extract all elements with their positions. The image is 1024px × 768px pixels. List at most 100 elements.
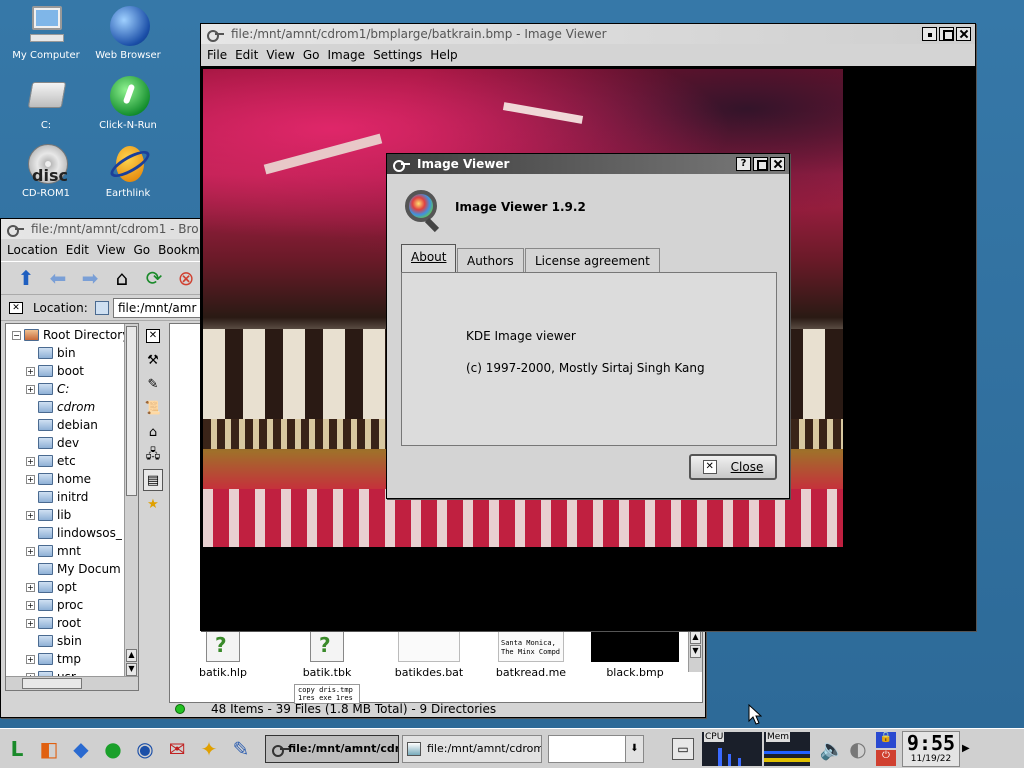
bookmark-icon[interactable]: ▤ [143, 469, 163, 491]
lock-icon[interactable]: 🔒 [876, 731, 896, 748]
maximize-button[interactable] [753, 157, 768, 171]
help-button[interactable]: ? [736, 157, 751, 171]
tree-item[interactable]: cdrom [12, 398, 138, 416]
expand-toggle-icon[interactable]: − [12, 330, 21, 340]
home-icon[interactable]: ⌂ [143, 421, 163, 443]
maximize-button[interactable] [939, 27, 954, 41]
expand-toggle-icon[interactable]: + [26, 474, 35, 484]
tools-icon[interactable]: ⚒ [143, 349, 163, 371]
menu-view[interactable]: View [97, 243, 125, 257]
tree-item[interactable]: + home [12, 470, 138, 488]
scroll-up-icon[interactable]: ▲ [690, 631, 701, 644]
image-viewer-titlebar[interactable]: file:/mnt/amnt/cdrom1/bmplarge/batkrain.… [201, 24, 975, 44]
runner-icon[interactable]: ● [98, 732, 128, 766]
menu-view[interactable]: View [266, 48, 294, 62]
tree-item[interactable]: + proc [12, 596, 138, 614]
desktop-pager[interactable]: ⬇ [548, 734, 644, 763]
pin-icon[interactable] [205, 28, 225, 42]
tree-item[interactable]: + root [12, 614, 138, 632]
file-item[interactable]: ? batik.tbk [282, 630, 372, 679]
mailbox-icon[interactable]: ✉ [162, 732, 192, 766]
file-item[interactable]: batikdes.bat [384, 630, 474, 679]
reload-icon[interactable]: ⟳ [139, 261, 169, 295]
clear-location-icon[interactable]: ✕ [9, 301, 23, 314]
scroll-up-icon[interactable]: ▲ [126, 649, 137, 662]
about-titlebar[interactable]: Image Viewer ? [387, 154, 789, 174]
tab-license[interactable]: License agreement [525, 248, 660, 272]
home-icon[interactable]: ⌂ [107, 261, 137, 295]
taskbar-handle-icon[interactable]: ▶ [962, 732, 972, 766]
scroll-down-icon[interactable]: ▼ [690, 645, 701, 658]
desktop-icon-my-computer[interactable]: My Computer [0, 4, 92, 61]
tree-item[interactable]: + mnt [12, 542, 138, 560]
notepad-icon[interactable]: ✎ [226, 732, 256, 766]
tab-about[interactable]: About [401, 244, 457, 272]
expand-toggle-icon[interactable]: + [26, 618, 35, 628]
expand-toggle-icon[interactable]: + [26, 600, 35, 610]
network-icon[interactable]: 🖧 [143, 445, 163, 467]
pin-icon[interactable] [5, 223, 25, 237]
desktop-icon-click-n-run[interactable]: Click-N-Run [82, 74, 174, 131]
tree-item[interactable]: initrd [12, 488, 138, 506]
expand-toggle-icon[interactable]: + [26, 384, 35, 394]
start-menu-icon[interactable]: L [2, 732, 32, 766]
tree-item[interactable]: + etc [12, 452, 138, 470]
cube-icon[interactable]: ◆ [66, 732, 96, 766]
show-desktop-icon[interactable]: ▭ [672, 737, 694, 760]
menu-location[interactable]: Location [7, 243, 58, 257]
globe-icon[interactable]: ◉ [130, 732, 160, 766]
menu-edit[interactable]: Edit [66, 243, 89, 257]
tree-item[interactable]: dev [12, 434, 138, 452]
logout-icon[interactable]: ⏻ [876, 749, 896, 766]
file-item[interactable]: ? batik.hlp [178, 630, 268, 679]
menu-help[interactable]: Help [430, 48, 457, 62]
network-status-icon[interactable]: ◐ [846, 732, 870, 766]
tree-item[interactable]: bin [12, 344, 138, 362]
life-vest-icon[interactable]: ◧ [34, 732, 64, 766]
tree-item[interactable]: lindowsos_ [12, 524, 138, 542]
file-vertical-scrollbar[interactable]: ▲ ▼ [688, 630, 702, 672]
menu-go[interactable]: Go [134, 243, 151, 257]
tree-item[interactable]: + lib [12, 506, 138, 524]
close-button[interactable] [770, 157, 785, 171]
file-item[interactable]: Santa Monica, The Minx Compd batkread.me [486, 630, 576, 679]
tree-item[interactable]: + boot [12, 362, 138, 380]
desktop-icon-cd-rom[interactable]: disc CD-ROM1 [0, 142, 92, 199]
stop-icon[interactable]: ⊗ [171, 261, 201, 295]
close-button[interactable] [956, 27, 971, 41]
tree-root[interactable]: − Root Directory [12, 326, 138, 344]
desktop-icon-c-drive[interactable]: C: [0, 74, 92, 131]
tree-item[interactable]: sbin [12, 632, 138, 650]
desktop-icon-earthlink[interactable]: Earthlink [82, 142, 174, 199]
star-icon[interactable]: ★ [143, 493, 163, 515]
menu-file[interactable]: File [207, 48, 227, 62]
minimize-button[interactable] [922, 27, 937, 41]
tree-item[interactable]: debian [12, 416, 138, 434]
pager-down-icon[interactable]: ⬇ [625, 735, 643, 762]
desktop-icon-web-browser[interactable]: Web Browser [82, 4, 174, 61]
expand-toggle-icon[interactable]: + [26, 582, 35, 592]
pin-icon[interactable] [391, 158, 411, 172]
tree-item[interactable]: + tmp [12, 650, 138, 668]
menu-edit[interactable]: Edit [235, 48, 258, 62]
scroll-icon[interactable]: 📜 [143, 397, 163, 419]
expand-toggle-icon[interactable]: + [26, 366, 35, 376]
close-dialog-button[interactable]: ✕ Close [689, 454, 777, 480]
wizard-icon[interactable]: ✦ [194, 732, 224, 766]
tree-item[interactable]: + C: [12, 380, 138, 398]
up-arrow-icon[interactable]: ⬆ [11, 261, 41, 295]
task-button-browser[interactable]: file:/mnt/amnt/cdrom1 [265, 734, 399, 763]
back-arrow-icon[interactable]: ⬅ [43, 261, 73, 295]
file-item[interactable]: black.bmp [590, 630, 680, 679]
menu-image[interactable]: Image [327, 48, 365, 62]
tree-vertical-scrollbar[interactable]: ▲ ▼ [124, 324, 138, 678]
task-button-viewer[interactable]: file:/mnt/amnt/cdrom1 - [402, 734, 542, 763]
tree-item[interactable]: My Docum [12, 560, 138, 578]
scroll-down-icon[interactable]: ▼ [126, 663, 137, 676]
expand-toggle-icon[interactable]: + [26, 510, 35, 520]
speaker-icon[interactable]: 🔈 [820, 732, 845, 766]
close-panel-icon[interactable]: ✕ [143, 325, 163, 347]
expand-toggle-icon[interactable]: + [26, 546, 35, 556]
tree-horizontal-scrollbar[interactable] [6, 676, 138, 690]
menu-go[interactable]: Go [303, 48, 320, 62]
